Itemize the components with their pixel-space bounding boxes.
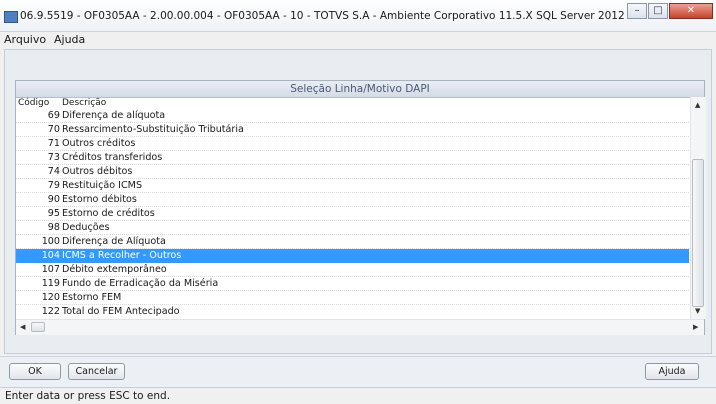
maximize-button[interactable]: □ <box>648 3 668 19</box>
cell-code: 104 <box>41 250 60 261</box>
cell-code: 69 <box>47 110 60 121</box>
cell-code: 73 <box>47 152 60 163</box>
minimize-icon: – <box>634 5 640 16</box>
menu-item-arquivo[interactable]: Arquivo <box>4 33 46 46</box>
ok-button[interactable]: OK <box>9 363 61 380</box>
cell-description: Outros débitos <box>62 166 133 177</box>
table-row[interactable]: 70 Ressarcimento-Substituição Tributária <box>16 123 689 137</box>
scroll-up-icon[interactable]: ▲ <box>695 101 700 109</box>
scroll-down-icon[interactable]: ▼ <box>695 307 700 315</box>
cell-description: Total do FEM Antecipado <box>62 306 180 317</box>
window-controls: – □ ✕ <box>627 3 714 21</box>
cell-code: 90 <box>47 194 60 205</box>
table-row[interactable]: 74 Outros débitos <box>16 165 689 179</box>
grid-body: 69 Diferença de alíquota 70 Ressarcimento-S… <box>16 109 689 318</box>
column-header-description[interactable]: Descrição <box>62 98 689 108</box>
maximize-icon: □ <box>653 5 663 16</box>
cell-description: Fundo de Erradicação da Miséria <box>62 278 219 289</box>
close-button[interactable]: ✕ <box>669 3 713 19</box>
table-row[interactable]: 71 Outros créditos <box>16 137 689 151</box>
cell-code: 79 <box>47 180 60 191</box>
window-title: 06.9.5519 - OF0305AA - 2.00.00.004 - OF0… <box>20 10 625 22</box>
table-row[interactable]: 120 Estorno FEM <box>16 291 689 305</box>
cell-description: Deduções <box>62 222 110 233</box>
table-row[interactable]: 79 Restituição ICMS <box>16 179 689 193</box>
table-row[interactable]: 119 Fundo de Erradicação da Miséria <box>16 277 689 291</box>
menu-item-ajuda[interactable]: Ajuda <box>54 33 85 46</box>
horizontal-scroll-thumb[interactable] <box>31 322 45 332</box>
table-row[interactable]: 73 Créditos transferidos <box>16 151 689 165</box>
table-row[interactable]: 90 Estorno débitos <box>16 193 689 207</box>
table-row[interactable]: 69 Diferença de alíquota <box>16 109 689 123</box>
cell-code: 71 <box>47 138 60 149</box>
cell-description: Outros créditos <box>62 138 136 149</box>
grid-header: Código Descrição <box>16 97 689 109</box>
cell-description: Diferença de alíquota <box>62 110 166 121</box>
table-row[interactable]: 98 Deduções <box>16 221 689 235</box>
cell-description: Créditos transferidos <box>62 152 163 163</box>
table-row[interactable]: 122 Total do FEM Antecipado <box>16 305 689 318</box>
cell-description: Ressarcimento-Substituição Tributária <box>62 124 244 135</box>
table-row[interactable]: 100 Diferença de Alíquota <box>16 235 689 249</box>
app-icon <box>4 11 18 23</box>
cell-description: Estorno de créditos <box>62 208 155 219</box>
vertical-scrollbar[interactable]: ▲ ▼ <box>690 97 706 319</box>
scroll-right-icon[interactable]: ▶ <box>693 323 698 331</box>
table-row[interactable]: 95 Estorno de créditos <box>16 207 689 221</box>
cell-code: 107 <box>41 264 60 275</box>
status-bar: Enter data or press ESC to end. <box>0 387 716 404</box>
dialog-title: Seleção Linha/Motivo DAPI <box>290 83 430 95</box>
cell-code: 70 <box>47 124 60 135</box>
cell-description: Débito extemporâneo <box>62 264 167 275</box>
cell-code: 98 <box>47 222 60 233</box>
cell-description: Restituição ICMS <box>62 180 143 191</box>
window-titlebar[interactable]: 06.9.5519 - OF0305AA - 2.00.00.004 - OF0… <box>0 0 716 32</box>
cell-code: 74 <box>47 166 60 177</box>
selection-dialog: Seleção Linha/Motivo DAPI Código Descriç… <box>15 80 706 335</box>
motivo-grid[interactable]: Código Descrição 69 Diferença de alíquota… <box>16 97 689 318</box>
cancel-button[interactable]: Cancelar <box>68 363 125 380</box>
minimize-button[interactable]: – <box>627 3 647 19</box>
cell-code: 119 <box>41 278 60 289</box>
dialog-header: Seleção Linha/Motivo DAPI <box>16 81 704 98</box>
vertical-scroll-thumb[interactable] <box>692 159 704 307</box>
cell-description: ICMS a Recolher - Outros <box>62 250 182 261</box>
cell-code: 122 <box>41 306 60 317</box>
menu-bar: Arquivo Ajuda <box>0 32 716 48</box>
column-header-code[interactable]: Código <box>16 98 62 108</box>
scroll-left-icon[interactable]: ◀ <box>20 323 25 331</box>
table-row[interactable]: 104 ICMS a Recolher - Outros <box>16 249 689 263</box>
cell-description: Estorno débitos <box>62 194 137 205</box>
cell-description: Diferença de Alíquota <box>62 236 166 247</box>
close-icon: ✕ <box>686 5 696 16</box>
cell-code: 120 <box>41 292 60 303</box>
cell-code: 95 <box>47 208 60 219</box>
button-bar: OK Cancelar Ajuda <box>0 356 716 387</box>
cell-description: Estorno FEM <box>62 292 122 303</box>
help-button[interactable]: Ajuda <box>645 363 699 380</box>
table-row[interactable]: 107 Débito extemporâneo <box>16 263 689 277</box>
status-text: Enter data or press ESC to end. <box>5 390 171 402</box>
horizontal-scrollbar[interactable]: ◀ ▶ <box>16 319 704 335</box>
cell-code: 100 <box>41 236 60 247</box>
